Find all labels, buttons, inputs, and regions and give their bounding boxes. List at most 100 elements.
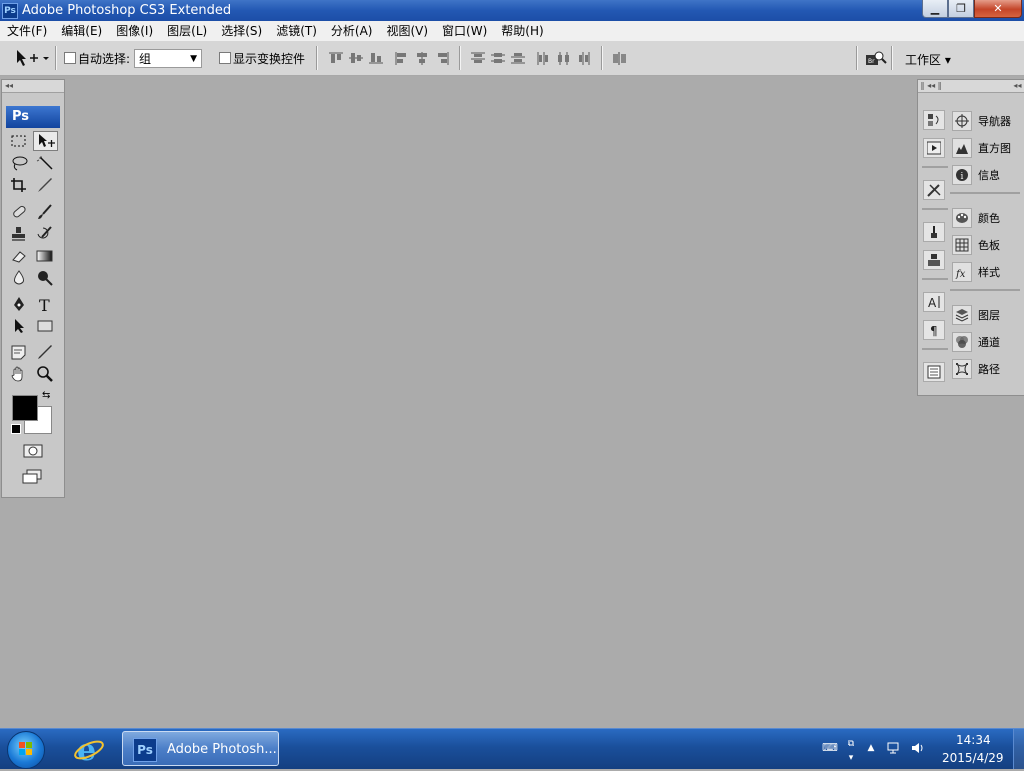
quick-mask-button[interactable] <box>22 442 44 460</box>
menu-analysis[interactable]: 分析(A) <box>324 21 380 41</box>
history-brush-tool[interactable] <box>34 225 56 243</box>
history-panel-button[interactable] <box>923 110 945 130</box>
align-horizontal-centers-icon[interactable] <box>414 51 430 65</box>
show-transform-checkbox[interactable] <box>219 52 231 67</box>
svg-text:fx: fx <box>955 269 966 279</box>
distribute-right-icon[interactable] <box>576 51 592 65</box>
swap-colors-icon[interactable]: ⇆ <box>42 390 50 401</box>
internet-explorer-icon[interactable]: e <box>73 733 105 768</box>
magic-wand-tool[interactable] <box>34 154 56 172</box>
healing-brush-tool[interactable] <box>8 203 30 221</box>
rectangle-tool[interactable] <box>34 317 56 335</box>
slice-tool[interactable] <box>34 176 56 194</box>
title-bar[interactable]: Ps Adobe Photoshop CS3 Extended ▁ ❐ ✕ <box>0 0 1024 21</box>
minimize-button[interactable]: ▁ <box>922 0 948 18</box>
menu-edit[interactable]: 编辑(E) <box>54 21 109 41</box>
distribute-top-icon[interactable] <box>470 51 486 65</box>
align-vertical-centers-icon[interactable] <box>348 51 364 65</box>
distribute-bottom-icon[interactable] <box>510 51 526 65</box>
align-right-edges-icon[interactable] <box>434 51 450 65</box>
brushes-panel-button[interactable] <box>923 222 945 242</box>
keyboard-icon[interactable]: ⌨ <box>822 741 838 755</box>
layer-comps-panel-button[interactable] <box>923 362 945 382</box>
gradient-tool[interactable] <box>34 247 56 265</box>
clock-time[interactable]: 14:34 <box>956 733 991 747</box>
marquee-tool[interactable] <box>8 132 30 150</box>
character-panel-button[interactable]: A <box>923 292 945 312</box>
eraser-tool[interactable] <box>8 247 30 265</box>
notes-tool[interactable] <box>8 343 30 361</box>
align-top-edges-icon[interactable] <box>328 51 344 65</box>
clone-stamp-tool[interactable] <box>8 225 30 243</box>
zoom-tool[interactable] <box>34 365 56 383</box>
clock-date[interactable]: 2015/4/29 <box>942 751 1004 765</box>
distribute-left-icon[interactable] <box>536 51 552 65</box>
language-bar-icon[interactable]: ⧉ ▾ <box>844 737 858 763</box>
auto-select-label: 自动选择: <box>78 52 131 66</box>
panel-swatches[interactable]: 色板 <box>952 234 1000 256</box>
panel-styles[interactable]: fx 样式 <box>952 261 1000 283</box>
panel-color[interactable]: 颜色 <box>952 207 1000 229</box>
menu-window[interactable]: 窗口(W) <box>435 21 494 41</box>
hand-tool[interactable] <box>8 365 30 383</box>
menu-view[interactable]: 视图(V) <box>379 21 435 41</box>
photoshop-logo[interactable]: Ps <box>6 106 60 128</box>
auto-select-dropdown[interactable]: 组 ▼ <box>134 49 202 68</box>
start-button[interactable] <box>7 731 45 769</box>
pen-tool[interactable] <box>8 295 30 313</box>
show-hidden-icons-arrow[interactable]: ▲ <box>864 741 878 755</box>
blur-tool[interactable] <box>8 269 30 287</box>
foreground-color-swatch[interactable] <box>12 395 38 421</box>
maximize-button[interactable]: ❐ <box>948 0 974 18</box>
dodge-tool[interactable] <box>34 269 56 287</box>
volume-icon[interactable] <box>910 741 924 755</box>
paragraph-panel-button[interactable]: ¶ <box>923 320 945 340</box>
path-selection-tool[interactable] <box>8 317 30 335</box>
eyedropper-tool[interactable] <box>34 343 56 361</box>
align-bottom-edges-icon[interactable] <box>368 51 384 65</box>
menu-layer[interactable]: 图层(L) <box>160 21 214 41</box>
distribute-vertical-centers-icon[interactable] <box>490 51 506 65</box>
crop-tool[interactable] <box>8 176 30 194</box>
workspace-menu[interactable]: 工作区 ▾ <box>905 51 951 68</box>
actions-panel-button[interactable] <box>923 138 945 158</box>
menu-image[interactable]: 图像(I) <box>109 21 160 41</box>
auto-select-checkbox[interactable] <box>64 52 76 67</box>
screen-mode-button[interactable] <box>22 468 44 486</box>
default-colors-icon[interactable] <box>11 424 21 434</box>
align-left-edges-icon[interactable] <box>394 51 410 65</box>
photoshop-app-icon[interactable]: Ps <box>2 3 18 19</box>
panel-channels[interactable]: 通道 <box>952 331 1000 353</box>
auto-align-layers-button[interactable] <box>612 51 628 68</box>
brush-tool[interactable] <box>34 203 56 221</box>
menu-select[interactable]: 选择(S) <box>214 21 269 41</box>
panel-paths[interactable]: 路径 <box>952 358 1000 380</box>
move-tool[interactable] <box>33 131 58 151</box>
history-icon <box>928 114 939 126</box>
tool-presets-panel-button[interactable] <box>923 180 945 200</box>
clone-source-panel-button[interactable] <box>923 250 945 270</box>
dock-collapse-grip[interactable]: ‖ ◂◂ ‖ ◂◂ <box>918 80 1024 93</box>
bridge-button[interactable]: Br <box>864 49 888 72</box>
lasso-tool[interactable] <box>8 154 30 172</box>
panel-dock: ‖ ◂◂ ‖ ◂◂ A ¶ 导航器 直方图 i 信息 颜色 色板 fx 样式 图… <box>917 79 1024 396</box>
panel-histogram[interactable]: 直方图 <box>952 137 1011 159</box>
taskbar-photoshop-button[interactable]: Ps Adobe Photosh... <box>122 731 279 766</box>
menu-filter[interactable]: 滤镜(T) <box>269 21 324 41</box>
slice-icon <box>38 178 52 192</box>
photoshop-taskbar-icon: Ps <box>133 738 157 762</box>
menu-file[interactable]: 文件(F) <box>0 21 54 41</box>
panel-swatches-label: 色板 <box>978 239 1000 252</box>
taskbar: e Ps Adobe Photosh... ⌨ ⧉ ▾ ▲ 14:34 2015/… <box>0 728 1024 769</box>
menu-help[interactable]: 帮助(H) <box>494 21 550 41</box>
panel-layers[interactable]: 图层 <box>952 304 1000 326</box>
tools-panel-collapse-grip[interactable]: ◂◂ <box>2 80 64 93</box>
distribute-horizontal-centers-icon[interactable] <box>556 51 572 65</box>
show-desktop-button[interactable] <box>1013 729 1024 769</box>
close-button[interactable]: ✕ <box>974 0 1022 18</box>
panel-info[interactable]: i 信息 <box>952 164 1000 186</box>
type-tool[interactable]: T <box>34 295 56 313</box>
tool-preset-picker[interactable] <box>14 48 50 71</box>
panel-navigator[interactable]: 导航器 <box>952 110 1011 132</box>
network-icon[interactable] <box>886 741 900 755</box>
